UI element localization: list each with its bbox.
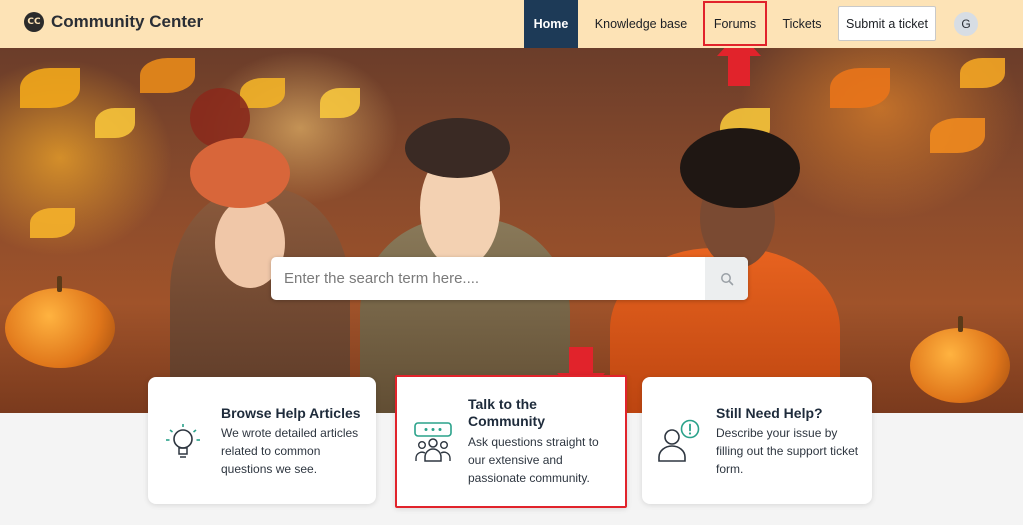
nav-forums[interactable]: Forums bbox=[703, 1, 767, 46]
leaf-decoration bbox=[30, 208, 75, 238]
search-icon bbox=[720, 272, 733, 285]
card-talk-to-community[interactable]: Talk to the Community Ask questions stra… bbox=[395, 375, 627, 508]
leaf-decoration bbox=[140, 58, 195, 93]
card-description: Describe your issue by filling out the s… bbox=[716, 426, 859, 476]
pumpkin-decoration bbox=[910, 328, 1010, 403]
brand-link[interactable]: CC Community Center bbox=[24, 12, 203, 32]
arrow-head bbox=[717, 48, 761, 56]
search-button[interactable] bbox=[705, 257, 748, 300]
pumpkin-stem bbox=[958, 316, 963, 332]
leaf-decoration bbox=[20, 68, 80, 108]
brand-logo-icon: CC bbox=[24, 12, 44, 32]
card-browse-help-articles[interactable]: Browse Help Articles We wrote detailed a… bbox=[148, 377, 376, 504]
nav-tickets[interactable]: Tickets bbox=[773, 0, 831, 48]
leaf-decoration bbox=[95, 108, 135, 138]
card-description: We wrote detailed articles related to co… bbox=[221, 426, 359, 476]
pumpkin-decoration bbox=[5, 288, 115, 368]
brand-title: Community Center bbox=[51, 12, 204, 31]
leaf-decoration bbox=[960, 58, 1005, 88]
submit-ticket-button[interactable]: Submit a ticket bbox=[838, 6, 936, 41]
hero-banner bbox=[0, 48, 1023, 413]
search-bar bbox=[271, 257, 748, 300]
leaf-decoration bbox=[320, 88, 360, 118]
character-left-hat bbox=[190, 138, 290, 208]
nav-knowledge-base[interactable]: Knowledge base bbox=[585, 0, 697, 48]
leaf-decoration bbox=[930, 118, 985, 153]
lightbulb-icon bbox=[166, 424, 200, 458]
arrow-shaft bbox=[569, 347, 593, 373]
card-description: Ask questions straight to our extensive … bbox=[468, 435, 599, 485]
arrow-shaft bbox=[728, 56, 750, 86]
card-still-need-help[interactable]: Still Need Help? Describe your issue by … bbox=[642, 377, 872, 504]
user-avatar[interactable]: G bbox=[954, 12, 978, 36]
pumpkin-stem bbox=[57, 276, 62, 292]
character-right-hair bbox=[680, 128, 800, 208]
person-alert-icon bbox=[658, 419, 700, 462]
top-header: CC Community Center Home Knowledge base … bbox=[0, 0, 1023, 48]
annotation-arrow-up bbox=[717, 48, 761, 86]
card-title: Browse Help Articles bbox=[221, 405, 361, 421]
search-input[interactable] bbox=[271, 257, 705, 300]
card-title: Talk to the Community bbox=[468, 396, 545, 429]
character-center-hair bbox=[405, 118, 510, 178]
nav-home[interactable]: Home bbox=[524, 0, 578, 48]
community-chat-icon bbox=[414, 422, 452, 462]
card-title: Still Need Help? bbox=[716, 405, 823, 421]
leaf-decoration bbox=[830, 68, 890, 108]
